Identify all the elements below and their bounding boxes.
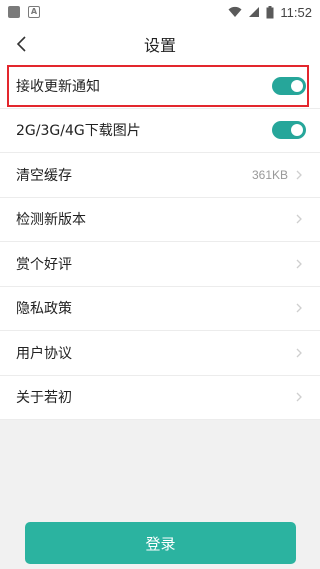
setting-update-notify[interactable]: 接收更新通知	[0, 64, 320, 109]
toggle-knob	[291, 124, 303, 137]
setting-right: 361KB	[252, 168, 304, 182]
chevron-right-icon	[296, 348, 302, 358]
setting-label: 隐私政策	[16, 301, 72, 318]
status-left: A	[8, 6, 40, 18]
status-right: 11:52	[228, 5, 312, 20]
setting-label: 检测新版本	[16, 212, 86, 229]
wifi-icon	[228, 6, 242, 17]
setting-about[interactable]: 关于若初	[0, 376, 320, 420]
setting-label: 2G/3G/4G下载图片	[16, 123, 141, 140]
app-bar: 设置	[0, 24, 320, 64]
login-area: 登录	[25, 522, 296, 564]
setting-label: 关于若初	[16, 390, 72, 407]
chevron-right-icon	[296, 170, 302, 180]
chevron-right-icon	[296, 259, 302, 269]
setting-download-images[interactable]: 2G/3G/4G下载图片	[0, 109, 320, 153]
setting-rate-app[interactable]: 赏个好评	[0, 242, 320, 287]
battery-icon	[266, 5, 274, 18]
settings-list: 接收更新通知 2G/3G/4G下载图片 清空缓存 361KB 检测新版本 赏个好…	[0, 64, 320, 420]
login-button[interactable]: 登录	[25, 522, 296, 564]
setting-check-version[interactable]: 检测新版本	[0, 198, 320, 242]
a-icon: A	[28, 6, 40, 18]
cache-size: 361KB	[251, 167, 288, 182]
page-title: 设置	[143, 36, 176, 55]
setting-clear-cache[interactable]: 清空缓存 361KB	[0, 153, 320, 198]
chevron-right-icon	[296, 303, 302, 313]
signal-icon	[249, 7, 260, 17]
chevron-right-icon	[296, 214, 302, 224]
clock: 11:52	[280, 4, 312, 20]
toggle-knob	[291, 79, 303, 92]
chevron-left-icon[interactable]	[10, 32, 34, 56]
chevron-right-icon	[296, 392, 302, 402]
update-notify-toggle[interactable]	[272, 76, 306, 95]
setting-label: 赏个好评	[16, 256, 72, 273]
status-bar: A 11:52	[0, 0, 320, 24]
app-square-icon	[8, 6, 20, 18]
download-images-toggle[interactable]	[272, 121, 306, 140]
setting-user-agreement[interactable]: 用户协议	[0, 331, 320, 376]
setting-label: 接收更新通知	[16, 78, 100, 95]
setting-label: 用户协议	[16, 345, 72, 362]
setting-privacy-policy[interactable]: 隐私政策	[0, 287, 320, 331]
setting-label: 清空缓存	[16, 167, 72, 184]
